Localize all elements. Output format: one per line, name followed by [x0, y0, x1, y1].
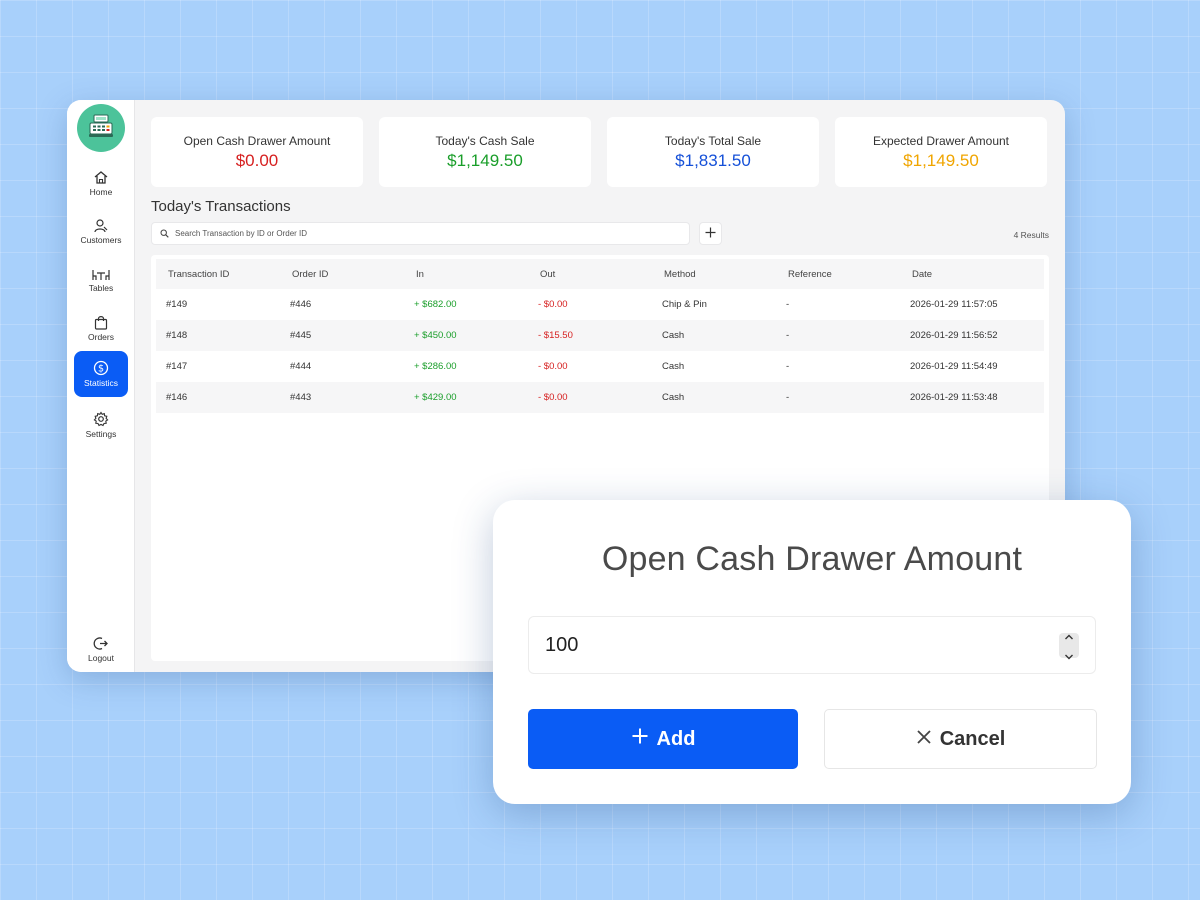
transaction-id: #148: [156, 320, 280, 351]
order-id: #444: [290, 361, 312, 372]
cancel-button[interactable]: Cancel: [824, 709, 1097, 769]
in-amount: + $286.00: [414, 361, 457, 372]
sidebar-item-label: Tables: [88, 282, 114, 293]
stat-value: $0.00: [235, 150, 279, 170]
in-amount: + $682.00: [414, 299, 457, 310]
in-amount: + $450.00: [404, 320, 528, 351]
stat-value: $1,149.50: [447, 150, 523, 170]
plus-icon: [705, 225, 716, 243]
payment-method: Cash: [662, 361, 685, 372]
column-header[interactable]: Transaction ID: [156, 259, 280, 289]
order-id: #445: [280, 320, 404, 351]
stat-card-cash-sale: Today's Cash Sale $1,149.50: [379, 117, 591, 187]
svg-text:$: $: [98, 364, 104, 375]
stat-value: $1,149.50: [903, 150, 979, 170]
reference: -: [776, 382, 900, 413]
reference: -: [776, 320, 900, 351]
column-header[interactable]: In: [404, 259, 528, 289]
payment-method: Cash: [652, 320, 776, 351]
column-header[interactable]: Date: [900, 259, 1044, 289]
open-cash-drawer-dialog: Open Cash Drawer Amount Add Cancel: [493, 500, 1131, 804]
column-header[interactable]: Method: [652, 259, 776, 289]
order-id: #446: [290, 299, 312, 310]
transaction-search[interactable]: [151, 222, 690, 245]
stat-value: $1,831.50: [675, 150, 751, 170]
logout-icon: [93, 636, 109, 651]
search-input[interactable]: [175, 229, 655, 238]
amount-field[interactable]: [528, 616, 1096, 674]
stepper-down-icon[interactable]: [1064, 647, 1074, 665]
add-button[interactable]: Add: [528, 709, 798, 769]
customers-icon: [93, 218, 109, 233]
dollar-circle-icon: $: [93, 360, 109, 376]
tables-icon: [92, 268, 110, 281]
sidebar-item-statistics[interactable]: $ Statistics: [74, 351, 128, 397]
payment-method: Chip & Pin: [662, 299, 707, 310]
sidebar-item-home[interactable]: Home: [74, 160, 128, 206]
out-amount: - $0.00: [538, 299, 568, 310]
sidebar-item-label: Statistics: [83, 378, 118, 388]
transactions-title: Today's Transactions: [151, 198, 291, 215]
out-amount: - $15.50: [528, 320, 652, 351]
sidebar-item-customers[interactable]: Customers: [74, 208, 128, 254]
results-count: 4 Results: [1013, 230, 1049, 240]
logout-button[interactable]: Logout: [74, 626, 128, 672]
table-row[interactable]: #149 #446 + $682.00 - $0.00 Chip & Pin -…: [156, 289, 1044, 320]
in-amount: + $429.00: [404, 382, 528, 413]
cash-register-icon: [87, 113, 115, 144]
add-button-label: Add: [656, 727, 696, 750]
stat-title: Today's Total Sale: [664, 133, 762, 148]
stat-title: Open Cash Drawer Amount: [183, 133, 331, 148]
amount-input[interactable]: [545, 633, 1045, 657]
sidebar-item-label: Settings: [85, 429, 117, 439]
transaction-id: #146: [156, 382, 280, 413]
transaction-id: #149: [166, 299, 188, 310]
column-header[interactable]: Out: [528, 259, 652, 289]
close-icon: [916, 728, 940, 751]
table-row[interactable]: #148 #445 + $450.00 - $15.50 Cash - 2026…: [156, 320, 1044, 351]
sidebar: Home Customers Tables Orders $ Statistic…: [67, 100, 135, 672]
transaction-date: 2026-01-29 11:56:52: [900, 320, 1044, 351]
logout-label: Logout: [88, 652, 114, 663]
shopping-bag-icon: [94, 315, 108, 330]
payment-method: Cash: [652, 382, 776, 413]
stat-card-expected-drawer: Expected Drawer Amount $1,149.50: [835, 117, 1047, 187]
table-row[interactable]: #147 #444 + $286.00 - $0.00 Cash - 2026-…: [156, 351, 1044, 382]
sidebar-item-orders[interactable]: Orders: [74, 305, 128, 351]
transaction-date: 2026-01-29 11:54:49: [910, 361, 998, 372]
stat-card-total-sale: Today's Total Sale $1,831.50: [607, 117, 819, 187]
column-header[interactable]: Order ID: [280, 259, 404, 289]
home-icon: [93, 170, 109, 185]
order-id: #443: [280, 382, 404, 413]
stat-title: Expected Drawer Amount: [872, 133, 1010, 148]
transaction-id: #147: [166, 361, 188, 372]
out-amount: - $0.00: [538, 361, 568, 372]
out-amount: - $0.00: [528, 382, 652, 413]
sidebar-item-label: Home: [89, 186, 113, 197]
sidebar-item-tables[interactable]: Tables: [74, 257, 128, 303]
reference: -: [786, 361, 790, 372]
dialog-title: Open Cash Drawer Amount: [601, 540, 1023, 578]
table-row[interactable]: #146 #443 + $429.00 - $0.00 Cash - 2026-…: [156, 382, 1044, 413]
transaction-date: 2026-01-29 11:53:48: [900, 382, 1044, 413]
stat-card-open-drawer: Open Cash Drawer Amount $0.00: [151, 117, 363, 187]
column-header[interactable]: Reference: [776, 259, 900, 289]
sidebar-item-label: Orders: [88, 331, 114, 342]
plus-icon: [631, 727, 657, 751]
reference: -: [786, 299, 790, 310]
sidebar-item-label: Customers: [80, 234, 122, 245]
cancel-button-label: Cancel: [939, 727, 1006, 750]
table-header-row: Transaction ID Order ID In Out Method Re…: [156, 259, 1044, 289]
add-transaction-button[interactable]: [699, 222, 722, 245]
sidebar-item-settings[interactable]: Settings: [74, 402, 128, 448]
transactions-table: Transaction ID Order ID In Out Method Re…: [156, 259, 1044, 413]
transaction-date: 2026-01-29 11:57:05: [910, 299, 998, 310]
amount-stepper[interactable]: [1059, 633, 1079, 659]
app-logo[interactable]: [77, 104, 125, 152]
stepper-up-icon[interactable]: [1064, 627, 1074, 645]
search-icon: [160, 225, 169, 243]
gear-icon: [93, 411, 109, 427]
stat-title: Today's Cash Sale: [435, 133, 535, 148]
